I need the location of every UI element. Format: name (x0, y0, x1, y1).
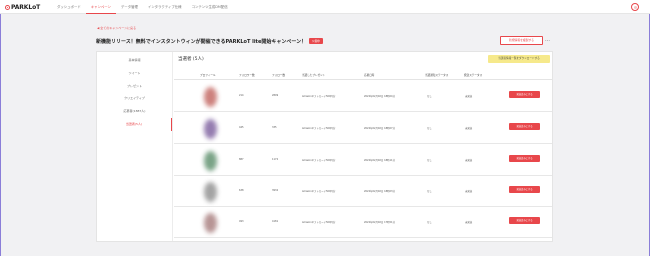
winner-avatar[interactable] (204, 119, 217, 139)
notify-cell: なし (427, 221, 432, 224)
campaign-panel: 基本情報 ツイート プレゼント クリエイティブ 応募者(1887人) 当選者(5… (96, 51, 553, 242)
notify-cell: なし (427, 159, 432, 162)
shipping-cell: 未発送 (465, 127, 473, 130)
followers-cell: 214 (239, 94, 244, 97)
date-cell: 2022年02月02日 18時07分 (364, 127, 395, 130)
shipping-cell: 未発送 (465, 190, 473, 193)
present-cell: Amazonギフトカード500円分 (302, 127, 336, 130)
followers-cell: 445 (239, 126, 244, 129)
nav-dm-content[interactable]: コンテンツ生成DM配信 (187, 0, 233, 14)
shipping-cell: 未発送 (465, 221, 473, 224)
sidebar-item-tweet[interactable]: ツイート (97, 67, 172, 80)
table-row: 493 4181 Amazonギフトカード500円分 2022年02月02日 17時5… (174, 207, 552, 238)
table-row: 445 335 Amazonギフトカード500円分 2022年02月02日 18時07… (174, 113, 552, 144)
present-cell: Amazonギフトカード500円分 (302, 95, 336, 98)
table-row: 887 1172 Amazonギフトカード500円分 2022年02月02日 18時1… (174, 145, 552, 176)
more-options-icon[interactable]: … (545, 38, 550, 43)
col-shipping-status: 発送ステータス (464, 74, 483, 77)
following-cell: 4181 (272, 220, 279, 223)
followers-cell: 493 (239, 220, 244, 223)
present-cell: Amazonギフトカード500円分 (302, 159, 336, 162)
campaign-title-row: 新機能リリース！無料でインスタントウィンが開催できるPARKLoT lite開始… (96, 35, 556, 47)
col-present: 当選したプレゼント (302, 74, 326, 77)
sidebar-item-basic-info[interactable]: 基本情報 (97, 54, 172, 67)
winner-avatar[interactable] (204, 182, 217, 202)
sidebar-item-present[interactable]: プレゼント (97, 80, 172, 93)
col-date: 応募日時 (364, 74, 375, 77)
following-cell: 1172 (272, 158, 279, 161)
winner-avatar[interactable] (204, 87, 217, 107)
parklot-logo[interactable]: PARKLoT (5, 3, 40, 11)
date-cell: 2022年02月02日 18時11分 (364, 159, 395, 162)
followers-cell: 638 (239, 189, 244, 192)
back-to-campaigns-link[interactable]: ◀ 全てのキャンペーンに戻る (97, 26, 136, 30)
sidebar-item-winners[interactable]: 当選者(5人) (97, 117, 172, 131)
nav-data-management[interactable]: データ管理 (116, 0, 143, 14)
following-cell: 335 (272, 126, 277, 129)
logo-text: PARKLoT (11, 3, 41, 11)
present-cell: Amazonギフトカード500円分 (302, 221, 336, 224)
user-avatar[interactable] (631, 3, 639, 11)
nav-dashboard[interactable]: ダッシュボード (52, 0, 86, 14)
table-row: 638 3932 Amazonギフトカード500円分 2022年02月02日 18時0… (174, 176, 552, 207)
nav-campaign[interactable]: キャンペーン (85, 0, 116, 14)
col-following: フォロー数 (272, 74, 285, 77)
campaign-sidebar: 基本情報 ツイート プレゼント クリエイティブ 応募者(1887人) 当選者(5… (97, 52, 173, 241)
status-badge: 公開中 (309, 38, 323, 44)
table-header: プロフィール フォロワー数 フォロー数 当選したプレゼント 応募日時 当選通知ス… (174, 70, 552, 80)
following-cell: 3932 (272, 189, 279, 192)
date-cell: 2022年02月02日 18時03分 (364, 190, 395, 193)
copy-campaign-button[interactable]: 新規情報を複製する (500, 36, 543, 45)
mark-shipped-button[interactable]: 発送済みにする (509, 217, 540, 224)
mark-shipped-button[interactable]: 発送済みにする (509, 186, 540, 193)
col-followers: フォロワー数 (239, 74, 255, 77)
followers-cell: 887 (239, 158, 244, 161)
col-notify-status: 当選通知ステータス (425, 74, 449, 77)
winner-avatar[interactable] (204, 213, 217, 233)
notify-cell: なし (427, 95, 432, 98)
winners-title: 当選者 (5人) (178, 57, 204, 62)
winners-section: 当選者 (5人) 当選者情報一覧をダウンロードする プロフィール フォロワー数 … (174, 52, 552, 241)
sidebar-item-creative[interactable]: クリエイティブ (97, 92, 172, 105)
notify-cell: なし (427, 127, 432, 130)
table-row: 214 2809 Amazonギフトカード500円分 2022年02月02日 18時0… (174, 81, 552, 112)
mark-shipped-button[interactable]: 発送済みにする (509, 155, 540, 162)
present-cell: Amazonギフトカード500円分 (302, 190, 336, 193)
download-winners-button[interactable]: 当選者情報一覧をダウンロードする (488, 55, 550, 63)
date-cell: 2022年02月02日 18時04分 (364, 95, 395, 98)
winner-avatar[interactable] (204, 151, 217, 171)
nav-interactive[interactable]: インタラクティブ仕様 (143, 0, 187, 14)
sidebar-item-applicants[interactable]: 応募者(1887人) (97, 105, 172, 118)
main-nav: ダッシュボード キャンペーン データ管理 インタラクティブ仕様 コンテンツ生成D… (52, 0, 233, 14)
date-cell: 2022年02月02日 17時51分 (364, 221, 395, 224)
mark-shipped-button[interactable]: 発送済みにする (509, 91, 540, 98)
logo-icon (5, 4, 10, 10)
top-navigation: PARKLoT ダッシュボード キャンペーン データ管理 インタラクティブ仕様 … (0, 0, 650, 14)
shipping-cell: 未発送 (465, 159, 473, 162)
col-profile: プロフィール (200, 74, 216, 77)
mark-shipped-button[interactable]: 発送済みにする (509, 123, 540, 130)
left-border (0, 14, 1, 256)
shipping-cell: 未発送 (465, 95, 473, 98)
following-cell: 2809 (272, 94, 279, 97)
page-title: 新機能リリース！無料でインスタントウィンが開催できるPARKLoT lite開始… (96, 38, 307, 45)
notify-cell: なし (427, 190, 432, 193)
